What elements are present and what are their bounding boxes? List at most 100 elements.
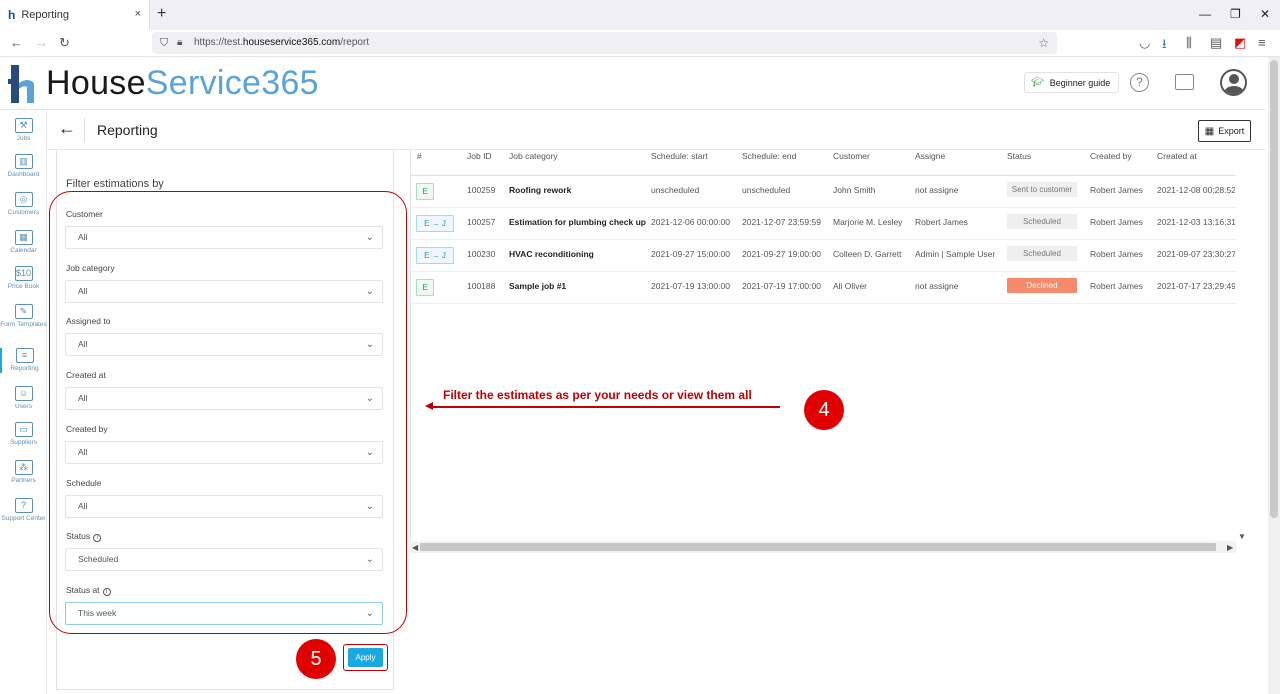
apply-button[interactable]: Apply xyxy=(348,648,383,667)
status-badge: Scheduled xyxy=(1007,214,1077,229)
sidebar-item-jobs[interactable]: ⚒ Jobs xyxy=(0,118,47,143)
forward-icon[interactable]: → xyxy=(35,35,48,50)
cell-category: Sample job #1 xyxy=(509,281,567,291)
sidebar-item-label: Jobs xyxy=(16,135,31,142)
cell-end: unscheduled xyxy=(742,185,791,195)
sidebar-item-support-center[interactable]: ? Support Center xyxy=(0,498,47,523)
sidebar-item-calendar[interactable]: ▦ Calendar xyxy=(0,230,47,255)
step-5-badge: 5 xyxy=(296,639,336,679)
cell-created-by: Robert James xyxy=(1090,249,1143,259)
price-tag-icon: $10 xyxy=(14,266,33,281)
sidebar-item-users[interactable]: ☺ Users xyxy=(0,386,47,411)
sidebar-item-label: Suppliers xyxy=(9,439,38,446)
report-icon: ≡ xyxy=(15,348,34,363)
header-divider xyxy=(84,118,85,142)
beginner-guide-button[interactable]: 🎓︎ Beginner guide xyxy=(1024,72,1120,93)
url-domain: houseservice365.com xyxy=(242,37,341,48)
sidebar-item-label: Support Center xyxy=(1,515,46,522)
cell-created-at: 2021-09-07 23:30:27 xyxy=(1157,249,1235,259)
column-header[interactable]: # xyxy=(417,151,422,161)
column-header[interactable]: Assigne xyxy=(915,151,945,161)
shield-icon: ⛉ xyxy=(160,37,169,49)
sidebar-item-form-templates[interactable]: ✎ Form Templates xyxy=(0,304,47,329)
cell-created-by: Robert James xyxy=(1090,217,1143,227)
horizontal-scroll-thumb[interactable] xyxy=(420,543,1216,551)
target-icon: ◎ xyxy=(14,192,33,207)
reload-icon[interactable]: ↻ xyxy=(59,35,70,51)
type-badge: E xyxy=(416,279,434,296)
app-logo[interactable]: HouseService365 xyxy=(46,64,319,103)
browser-tab[interactable]: h Reporting × xyxy=(0,0,150,30)
sidebar-item-reporting[interactable]: ≡ Reporting xyxy=(0,348,47,373)
cell-category: Estimation for plumbing check up xyxy=(509,217,646,227)
cell-customer: John Smith xyxy=(833,185,876,195)
sidebar-item-partners[interactable]: ⁂ Partners xyxy=(0,460,47,485)
sidebar-item-suppliers[interactable]: ▭ Suppliers xyxy=(0,422,47,447)
sidebar-item-customers[interactable]: ◎ Customers xyxy=(0,192,47,217)
url-bar[interactable]: ⛉ 🔒︎ https://test.houseservice365.com/re… xyxy=(152,32,1057,54)
browser-nav-bar: ← → ↻ ⛉ 🔒︎ https://test.houseservice365.… xyxy=(0,30,1280,57)
restore-icon[interactable]: ❐ xyxy=(1230,7,1241,21)
bookmark-star-icon[interactable]: ☆ xyxy=(1038,32,1049,54)
app-header: HouseService365 🎓︎ Beginner guide ? xyxy=(0,57,1266,110)
menu-icon[interactable]: ≡ xyxy=(1258,35,1266,50)
sidebar-item-label: Dashboard xyxy=(7,171,40,178)
cell-assignee: not assigne xyxy=(915,281,959,291)
column-header[interactable]: Job ID xyxy=(467,151,492,161)
cell-job_id: 100230 xyxy=(467,249,496,259)
help-icon[interactable]: ? xyxy=(1130,73,1149,92)
cell-category: Roofing rework xyxy=(509,185,572,195)
download-icon[interactable]: ⭳ xyxy=(1162,35,1167,57)
page-title: Reporting xyxy=(97,122,158,138)
chart-icon: ▥ xyxy=(14,154,33,169)
url-path: /report xyxy=(340,37,370,48)
back-arrow-icon[interactable]: ← xyxy=(58,118,76,139)
library-icon[interactable]: ⫼ xyxy=(1186,35,1192,51)
column-header[interactable]: Created at xyxy=(1157,151,1197,161)
sidebar-item-price-book[interactable]: $10 Price Book xyxy=(0,266,47,291)
tools-icon: ⚒ xyxy=(14,118,33,133)
cell-job_id: 100188 xyxy=(467,281,496,291)
cell-start: 2021-09-27 15:00:00 xyxy=(651,249,730,259)
table-icon: ▦ xyxy=(1204,125,1215,137)
sidebar-item-label: Partners xyxy=(11,477,36,484)
cell-start: 2021-12-06 00:00:00 xyxy=(651,217,730,227)
minimize-icon[interactable]: — xyxy=(1199,7,1211,21)
page-scroll-thumb[interactable] xyxy=(1270,60,1278,518)
column-header[interactable]: Schedule: end xyxy=(742,151,796,161)
browser-tab-bar: h Reporting × + — ❐ ✕ xyxy=(0,0,1280,30)
cell-created-at: 2021-12-08 00:28:52 xyxy=(1157,185,1235,195)
beginner-guide-label: Beginner guide xyxy=(1049,77,1111,88)
column-header[interactable]: Customer xyxy=(833,151,870,161)
cell-start: unscheduled xyxy=(651,185,700,195)
calendar-icon: ▦ xyxy=(14,230,33,245)
cell-created-at: 2021-12-03 13:16:31 xyxy=(1157,217,1235,227)
scroll-left-icon[interactable]: ◀ xyxy=(412,543,418,552)
status-badge: Declined xyxy=(1007,278,1077,293)
cell-created-at: 2021-07-17 23:29:49 xyxy=(1157,281,1235,291)
folder-icon[interactable] xyxy=(1175,74,1194,90)
cell-customer: Ali Oliver xyxy=(833,281,868,291)
close-tab-icon[interactable]: × xyxy=(135,8,141,20)
avatar[interactable] xyxy=(1220,69,1247,96)
form-icon: ✎ xyxy=(14,304,33,319)
pocket-icon[interactable]: ◡ xyxy=(1139,35,1150,51)
column-header[interactable]: Created by xyxy=(1090,151,1132,161)
tab-title: Reporting xyxy=(21,9,70,21)
scroll-right-icon[interactable]: ▶ xyxy=(1227,543,1233,552)
logo-h-icon xyxy=(8,65,34,103)
users-icon: ☺ xyxy=(14,386,33,401)
column-header[interactable]: Schedule: start xyxy=(651,151,708,161)
sidebar-item-dashboard[interactable]: ▥ Dashboard xyxy=(0,154,47,179)
window-close-icon[interactable]: ✕ xyxy=(1260,7,1270,21)
scroll-down-icon[interactable]: ▼ xyxy=(1238,532,1246,541)
sidebar-toggle-icon[interactable]: ▤ xyxy=(1210,35,1222,51)
cell-assignee: Admin | Sample User xyxy=(915,249,996,259)
export-button[interactable]: ▦ Export xyxy=(1198,120,1251,142)
new-tab-icon[interactable]: + xyxy=(157,5,166,23)
back-icon[interactable]: ← xyxy=(10,35,23,50)
column-header[interactable]: Status xyxy=(1007,151,1031,161)
sidebar-item-label: Customers xyxy=(7,209,40,216)
column-header[interactable]: Job category xyxy=(509,151,558,161)
extension-icon[interactable]: ◩ xyxy=(1234,35,1246,51)
